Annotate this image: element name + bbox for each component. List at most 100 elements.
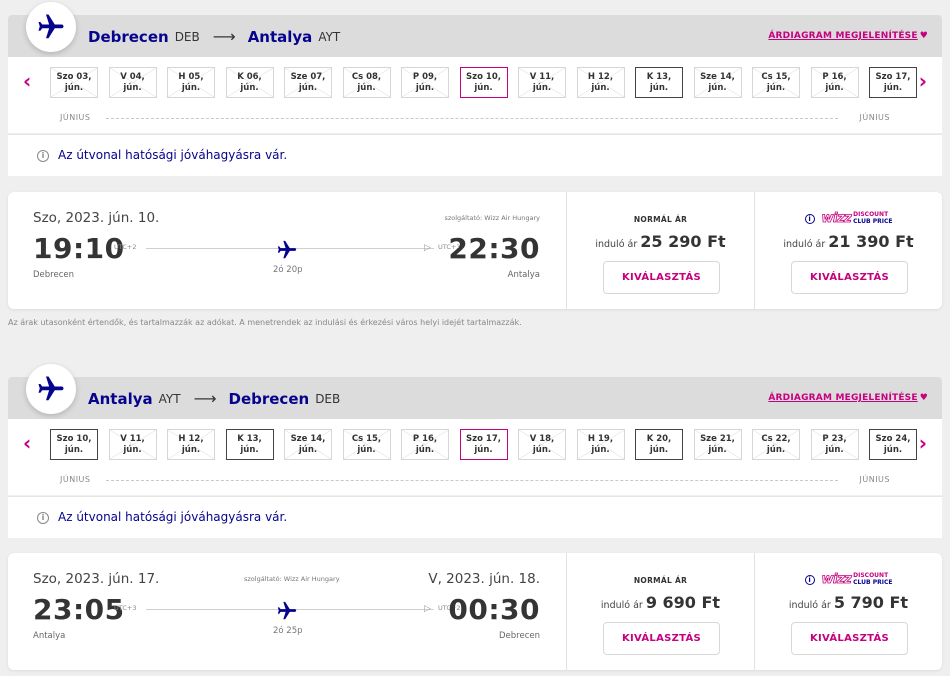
date-option: H 12, jún. [167, 429, 215, 460]
discount-fare-price: 5 790 Ft [833, 593, 909, 612]
discount-fare-box: i wizz DISCOUNT CLUB PRICE induló ár 21 39… [754, 192, 942, 309]
date-option[interactable]: Szo 10, jún. [50, 429, 98, 460]
month-label: JÚNIUS [859, 113, 890, 122]
date-option[interactable]: Szo 17, jún. [459, 429, 508, 460]
date-option: H 19, jún. [576, 429, 625, 460]
date-option[interactable]: K 20, jún. [635, 429, 683, 460]
date-option-month: jún. [415, 82, 435, 93]
month-label: JÚNIUS [859, 475, 890, 484]
discount-fare-box: i wizz DISCOUNT CLUB PRICE induló ár 5 790… [754, 553, 942, 670]
date-option-month: jún. [591, 82, 610, 93]
arrival-city: Debrecen [499, 631, 540, 641]
regular-fare-price: 25 290 Ft [640, 232, 726, 251]
info-icon: i [37, 512, 49, 524]
price-from-label: induló ár [595, 239, 638, 250]
date-option-month: jún. [181, 82, 201, 93]
fare-chart-link-label[interactable]: ÁRDIAGRAM MEGJELENÍTÉSE [768, 393, 917, 403]
notice-text: Az útvonal hatósági jóváhagyásra vár. [58, 510, 288, 524]
info-icon[interactable]: i [804, 213, 815, 224]
date-option-month: jún. [64, 82, 84, 93]
regular-fare-box: NORMÁL ÁR induló ár 25 290 Ft KIVÁLASZTÁS [566, 192, 754, 309]
date-option-month: jún. [708, 82, 727, 93]
date-option: Sze 14, jún. [693, 67, 742, 98]
route-arrow-icon: ⟶ [212, 27, 236, 46]
destination-city: Antalya [247, 27, 313, 46]
flight-details: Szo, 2023. jún. 17. szolgáltató: Wizz Ai… [8, 553, 566, 670]
date-option-day: K 13, [237, 434, 262, 444]
inbound-section: Antalya AYT ⟶ Debrecen DEB ÁRDIAGRAM MEG… [8, 364, 942, 538]
date-option-day: Szo 03, [56, 72, 92, 82]
date-option-day: Cs 15, [761, 72, 791, 82]
route-header: Antalya AYT ⟶ Debrecen DEB ÁRDIAGRAM MEG… [8, 364, 942, 419]
next-dates-button[interactable]: › [919, 69, 927, 93]
flight-card-outbound: Szo, 2023. jún. 10. szolgáltató: Wizz Ai… [8, 192, 942, 309]
date-option-day: Sze 21, [700, 434, 735, 444]
discount-fare-price-row: induló ár 5 790 Ft [755, 593, 942, 612]
date-option-day: P 16, [822, 72, 847, 82]
date-option-day: H 19, [587, 434, 614, 444]
date-option-day: Cs 22, [761, 434, 791, 444]
fare-chart-link[interactable]: ÁRDIAGRAM MEGJELENÍTÉSE ♥ [768, 393, 928, 403]
date-option[interactable]: Szo 17, jún. [869, 67, 917, 98]
date-option-month: jún. [474, 82, 493, 93]
next-dates-button[interactable]: › [919, 431, 927, 455]
date-option-month: jún. [883, 444, 903, 455]
origin-city: Antalya [88, 389, 153, 408]
arrival-city: Antalya [507, 270, 540, 280]
date-option-month: jún. [649, 82, 669, 93]
select-regular-fare-button[interactable]: KIVÁLASZTÁS [603, 622, 720, 655]
date-option: V 18, jún. [518, 429, 566, 460]
date-option-day: Szo 10, [466, 72, 501, 82]
prev-dates-button[interactable]: ‹ [23, 69, 31, 93]
date-option: V 11, jún. [518, 67, 566, 98]
flight-details: Szo, 2023. jún. 10. szolgáltató: Wizz Ai… [8, 192, 566, 309]
fare-chart-link-label[interactable]: ÁRDIAGRAM MEGJELENÍTÉSE [768, 31, 917, 41]
regular-fare-price: 9 690 Ft [645, 593, 721, 612]
approval-notice: i Az útvonal hatósági jóváhagyásra vár. [8, 134, 942, 176]
select-regular-fare-button[interactable]: KIVÁLASZTÁS [603, 261, 720, 294]
date-option-day: H 05, [178, 72, 204, 82]
price-from-label: induló ár [788, 600, 831, 611]
month-row: JÚNIUS JÚNIUS [50, 113, 900, 125]
discount-fare-price: 21 390 Ft [828, 232, 914, 251]
wizz-logo: wizz [821, 211, 852, 227]
date-option: K 06, jún. [225, 67, 274, 98]
select-discount-fare-button[interactable]: KIVÁLASZTÁS [791, 622, 908, 655]
date-option-month: jún. [591, 444, 610, 455]
date-option-month: jún. [357, 444, 376, 455]
date-option-month: jún. [298, 82, 318, 93]
date-option: H 05, jún. [167, 67, 215, 98]
date-option-month: jún. [357, 82, 376, 93]
regular-fare-price-row: induló ár 25 290 Ft [567, 232, 754, 251]
date-option-month: jún. [474, 444, 493, 455]
departure-time: 19:10 [33, 232, 125, 265]
date-option-day: V 11, [529, 72, 555, 82]
regular-fare-title: NORMÁL ÁR [633, 576, 688, 585]
price-from-label: induló ár [783, 239, 826, 250]
date-option[interactable]: K 13, jún. [635, 67, 683, 98]
date-option-day: Sze 07, [290, 72, 326, 82]
prev-dates-button[interactable]: ‹ [23, 431, 31, 455]
date-option-day: Sze 14, [700, 72, 735, 82]
date-option: P 16, jún. [810, 67, 859, 98]
date-option: Cs 08, jún. [342, 67, 391, 98]
price-from-label: induló ár [600, 600, 643, 611]
date-option[interactable]: Szo 10, jún. [459, 67, 508, 98]
select-discount-fare-button[interactable]: KIVÁLASZTÁS [791, 261, 908, 294]
date-option: P 23, jún. [810, 429, 859, 460]
date-option[interactable]: K 13, jún. [225, 429, 274, 460]
date-option-day: Cs 15, [351, 434, 382, 444]
date-option[interactable]: Szo 24, jún. [869, 429, 917, 460]
date-option-month: jún. [64, 444, 84, 455]
info-icon[interactable]: i [804, 574, 815, 585]
date-option-day: P 16, [412, 434, 438, 444]
fare-chart-link[interactable]: ÁRDIAGRAM MEGJELENÍTÉSE ♥ [768, 31, 928, 41]
date-carousel: ‹ Szo 10, jún. V 11, jún. H 12, jún. K 13, jún.… [8, 419, 942, 495]
flight-duration: 2ó 25p [273, 626, 303, 636]
flight-card-inbound: Szo, 2023. jún. 17. szolgáltató: Wizz Ai… [8, 553, 942, 670]
plane-icon [276, 239, 298, 265]
date-option-day: Szo 17, [875, 72, 911, 82]
month-label: JÚNIUS [60, 475, 91, 484]
date-option-month: jún. [766, 82, 786, 93]
date-option-month: jún. [825, 82, 844, 93]
